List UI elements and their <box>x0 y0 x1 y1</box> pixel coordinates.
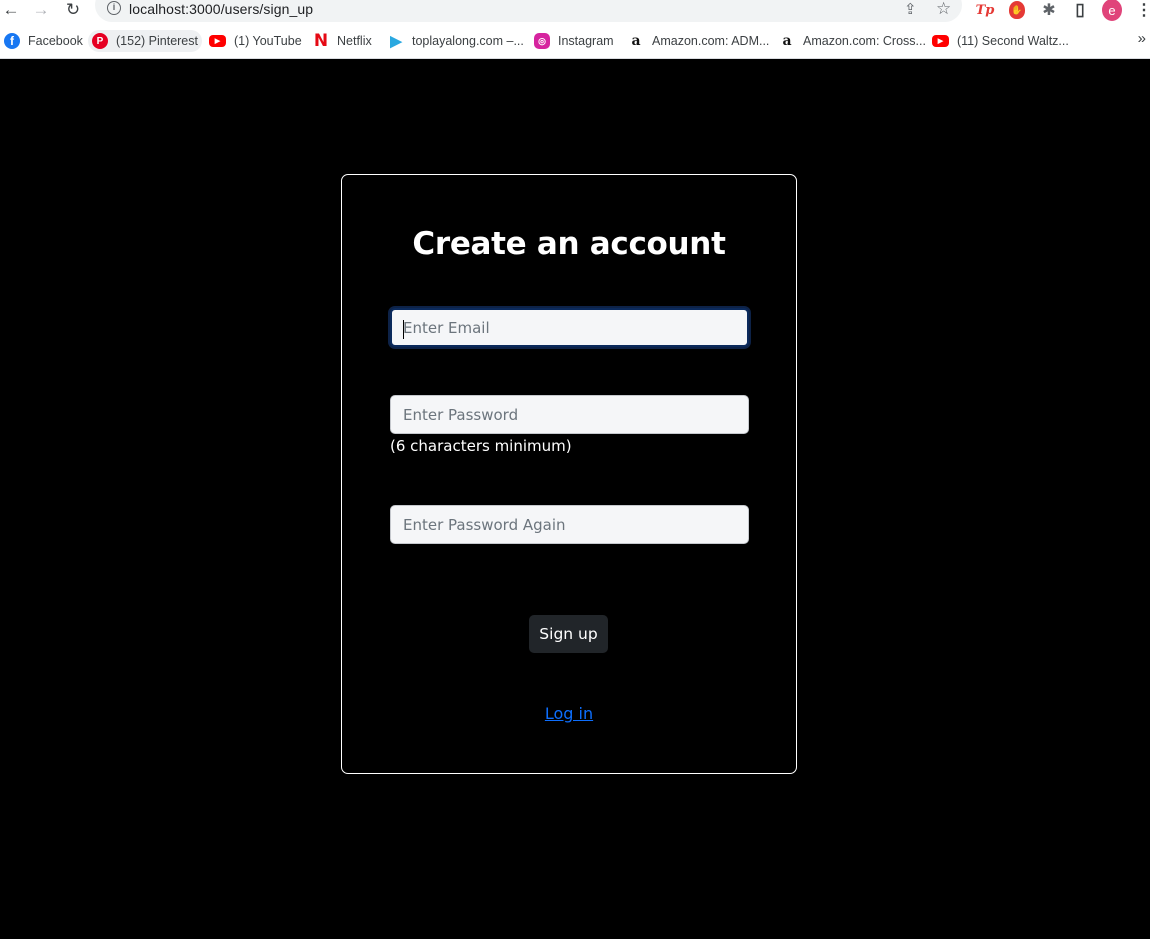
password-input[interactable] <box>390 395 749 434</box>
bookmarks-overflow-icon[interactable]: » <box>1138 30 1146 47</box>
facebook-icon: f <box>4 33 20 49</box>
browser-toolbar: ← → ↻ i localhost:3000/users/sign_up ⇪ ☆… <box>0 0 1150 22</box>
profile-avatar[interactable]: e <box>1102 0 1122 21</box>
tp-extension-icon[interactable]: Tp <box>975 0 995 20</box>
email-input[interactable] <box>390 308 749 347</box>
youtube-icon: ▶ <box>209 35 226 47</box>
bookmark-pinterest[interactable]: P (152) Pinterest <box>88 30 202 52</box>
bookmark-label: (152) Pinterest <box>116 34 198 48</box>
login-link-container: Log in <box>342 704 796 724</box>
play-icon: ▶ <box>390 33 402 50</box>
log-in-link[interactable]: Log in <box>545 704 593 723</box>
text-caret <box>403 320 404 339</box>
bookmark-label: Netflix <box>337 34 372 48</box>
bookmark-amazon-adm[interactable]: a Amazon.com: ADM... <box>624 30 773 52</box>
bookmark-label: Instagram <box>558 34 614 48</box>
share-icon[interactable]: ⇪ <box>904 0 917 18</box>
amazon-icon: a <box>631 33 641 49</box>
signup-card: Create an account (6 characters minimum)… <box>341 174 797 774</box>
puzzle-extensions-icon[interactable]: ✱ <box>1039 0 1059 20</box>
bookmark-label: (1) YouTube <box>234 34 302 48</box>
bookmark-label: (11) Second Waltz... <box>957 34 1069 48</box>
amazon-icon: a <box>782 33 792 49</box>
bookmark-amazon-cross[interactable]: a Amazon.com: Cross... <box>775 30 930 52</box>
browser-menu-icon[interactable]: ⋮ <box>1134 0 1150 20</box>
bookmark-label: toplayalong.com –... <box>412 34 524 48</box>
netflix-icon: N <box>313 31 329 51</box>
bookmark-label: Amazon.com: ADM... <box>652 34 770 48</box>
youtube-icon: ▶ <box>932 35 949 47</box>
password-confirm-input[interactable] <box>390 505 749 544</box>
bookmark-youtube[interactable]: ▶ (1) YouTube <box>205 30 306 52</box>
bookmark-label: Amazon.com: Cross... <box>803 34 926 48</box>
page-title: Create an account <box>412 226 726 262</box>
bookmark-netflix[interactable]: N Netflix <box>309 30 376 52</box>
adblock-extension-icon[interactable]: ✋ <box>1007 0 1027 20</box>
bookmark-toplayalong[interactable]: ▶ toplayalong.com –... <box>384 30 528 52</box>
instagram-icon: ◎ <box>534 33 550 49</box>
back-arrow-icon[interactable]: ← <box>0 0 22 20</box>
pinterest-icon: P <box>92 33 108 49</box>
sign-up-button[interactable]: Sign up <box>529 615 608 653</box>
bookmark-facebook[interactable]: f Facebook <box>0 30 87 52</box>
bookmark-star-icon[interactable]: ☆ <box>936 0 951 19</box>
address-bar-url[interactable]: localhost:3000/users/sign_up <box>129 1 313 17</box>
bookmark-second-waltz[interactable]: ▶ (11) Second Waltz... <box>928 30 1073 52</box>
bookmarks-bar: f Facebook P (152) Pinterest ▶ (1) YouTu… <box>0 22 1150 59</box>
forward-arrow-icon[interactable]: → <box>30 0 52 20</box>
bookmark-label: Facebook <box>28 34 83 48</box>
avatar-letter: e <box>1102 0 1122 21</box>
info-icon[interactable]: i <box>107 1 121 15</box>
reload-icon[interactable]: ↻ <box>62 0 84 20</box>
side-panel-icon[interactable]: ▯ <box>1070 0 1090 20</box>
password-hint: (6 characters minimum) <box>390 437 572 455</box>
bookmark-instagram[interactable]: ◎ Instagram <box>530 30 618 52</box>
